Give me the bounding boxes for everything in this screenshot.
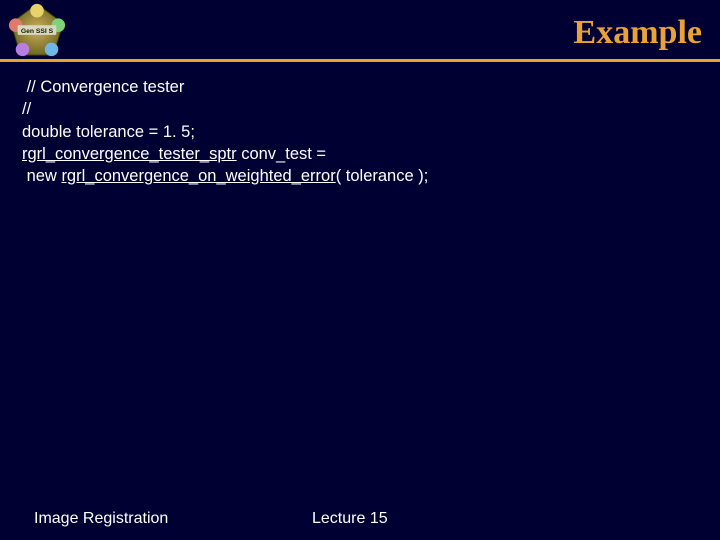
- code-block: // Convergence tester // double toleranc…: [0, 62, 720, 187]
- code-line-2: //: [22, 98, 700, 120]
- code-tail-5: ( tolerance );: [336, 167, 429, 185]
- code-tail-4: conv_test =: [237, 145, 326, 163]
- code-line-5: new rgrl_convergence_on_weighted_error( …: [22, 165, 700, 187]
- logo-badge: Gen SSI S: [8, 2, 66, 60]
- code-line-4: rgrl_convergence_tester_sptr conv_test =: [22, 143, 700, 165]
- code-underline-2: rgrl_convergence_on_weighted_error: [61, 167, 335, 185]
- footer-left: Image Registration: [34, 510, 168, 528]
- code-head-5: new: [22, 167, 61, 185]
- code-underline-1: rgrl_convergence_tester_sptr: [22, 145, 237, 163]
- slide-title: Example: [574, 14, 702, 52]
- code-line-1: // Convergence tester: [22, 76, 700, 98]
- pentagon-star-icon: Gen SSI S: [8, 2, 66, 60]
- code-line-3: double tolerance = 1. 5;: [22, 121, 700, 143]
- slide-header: Gen SSI S Example: [0, 0, 720, 62]
- logo-band-text: Gen SSI S: [21, 28, 54, 35]
- footer-mid: Lecture 15: [312, 510, 388, 528]
